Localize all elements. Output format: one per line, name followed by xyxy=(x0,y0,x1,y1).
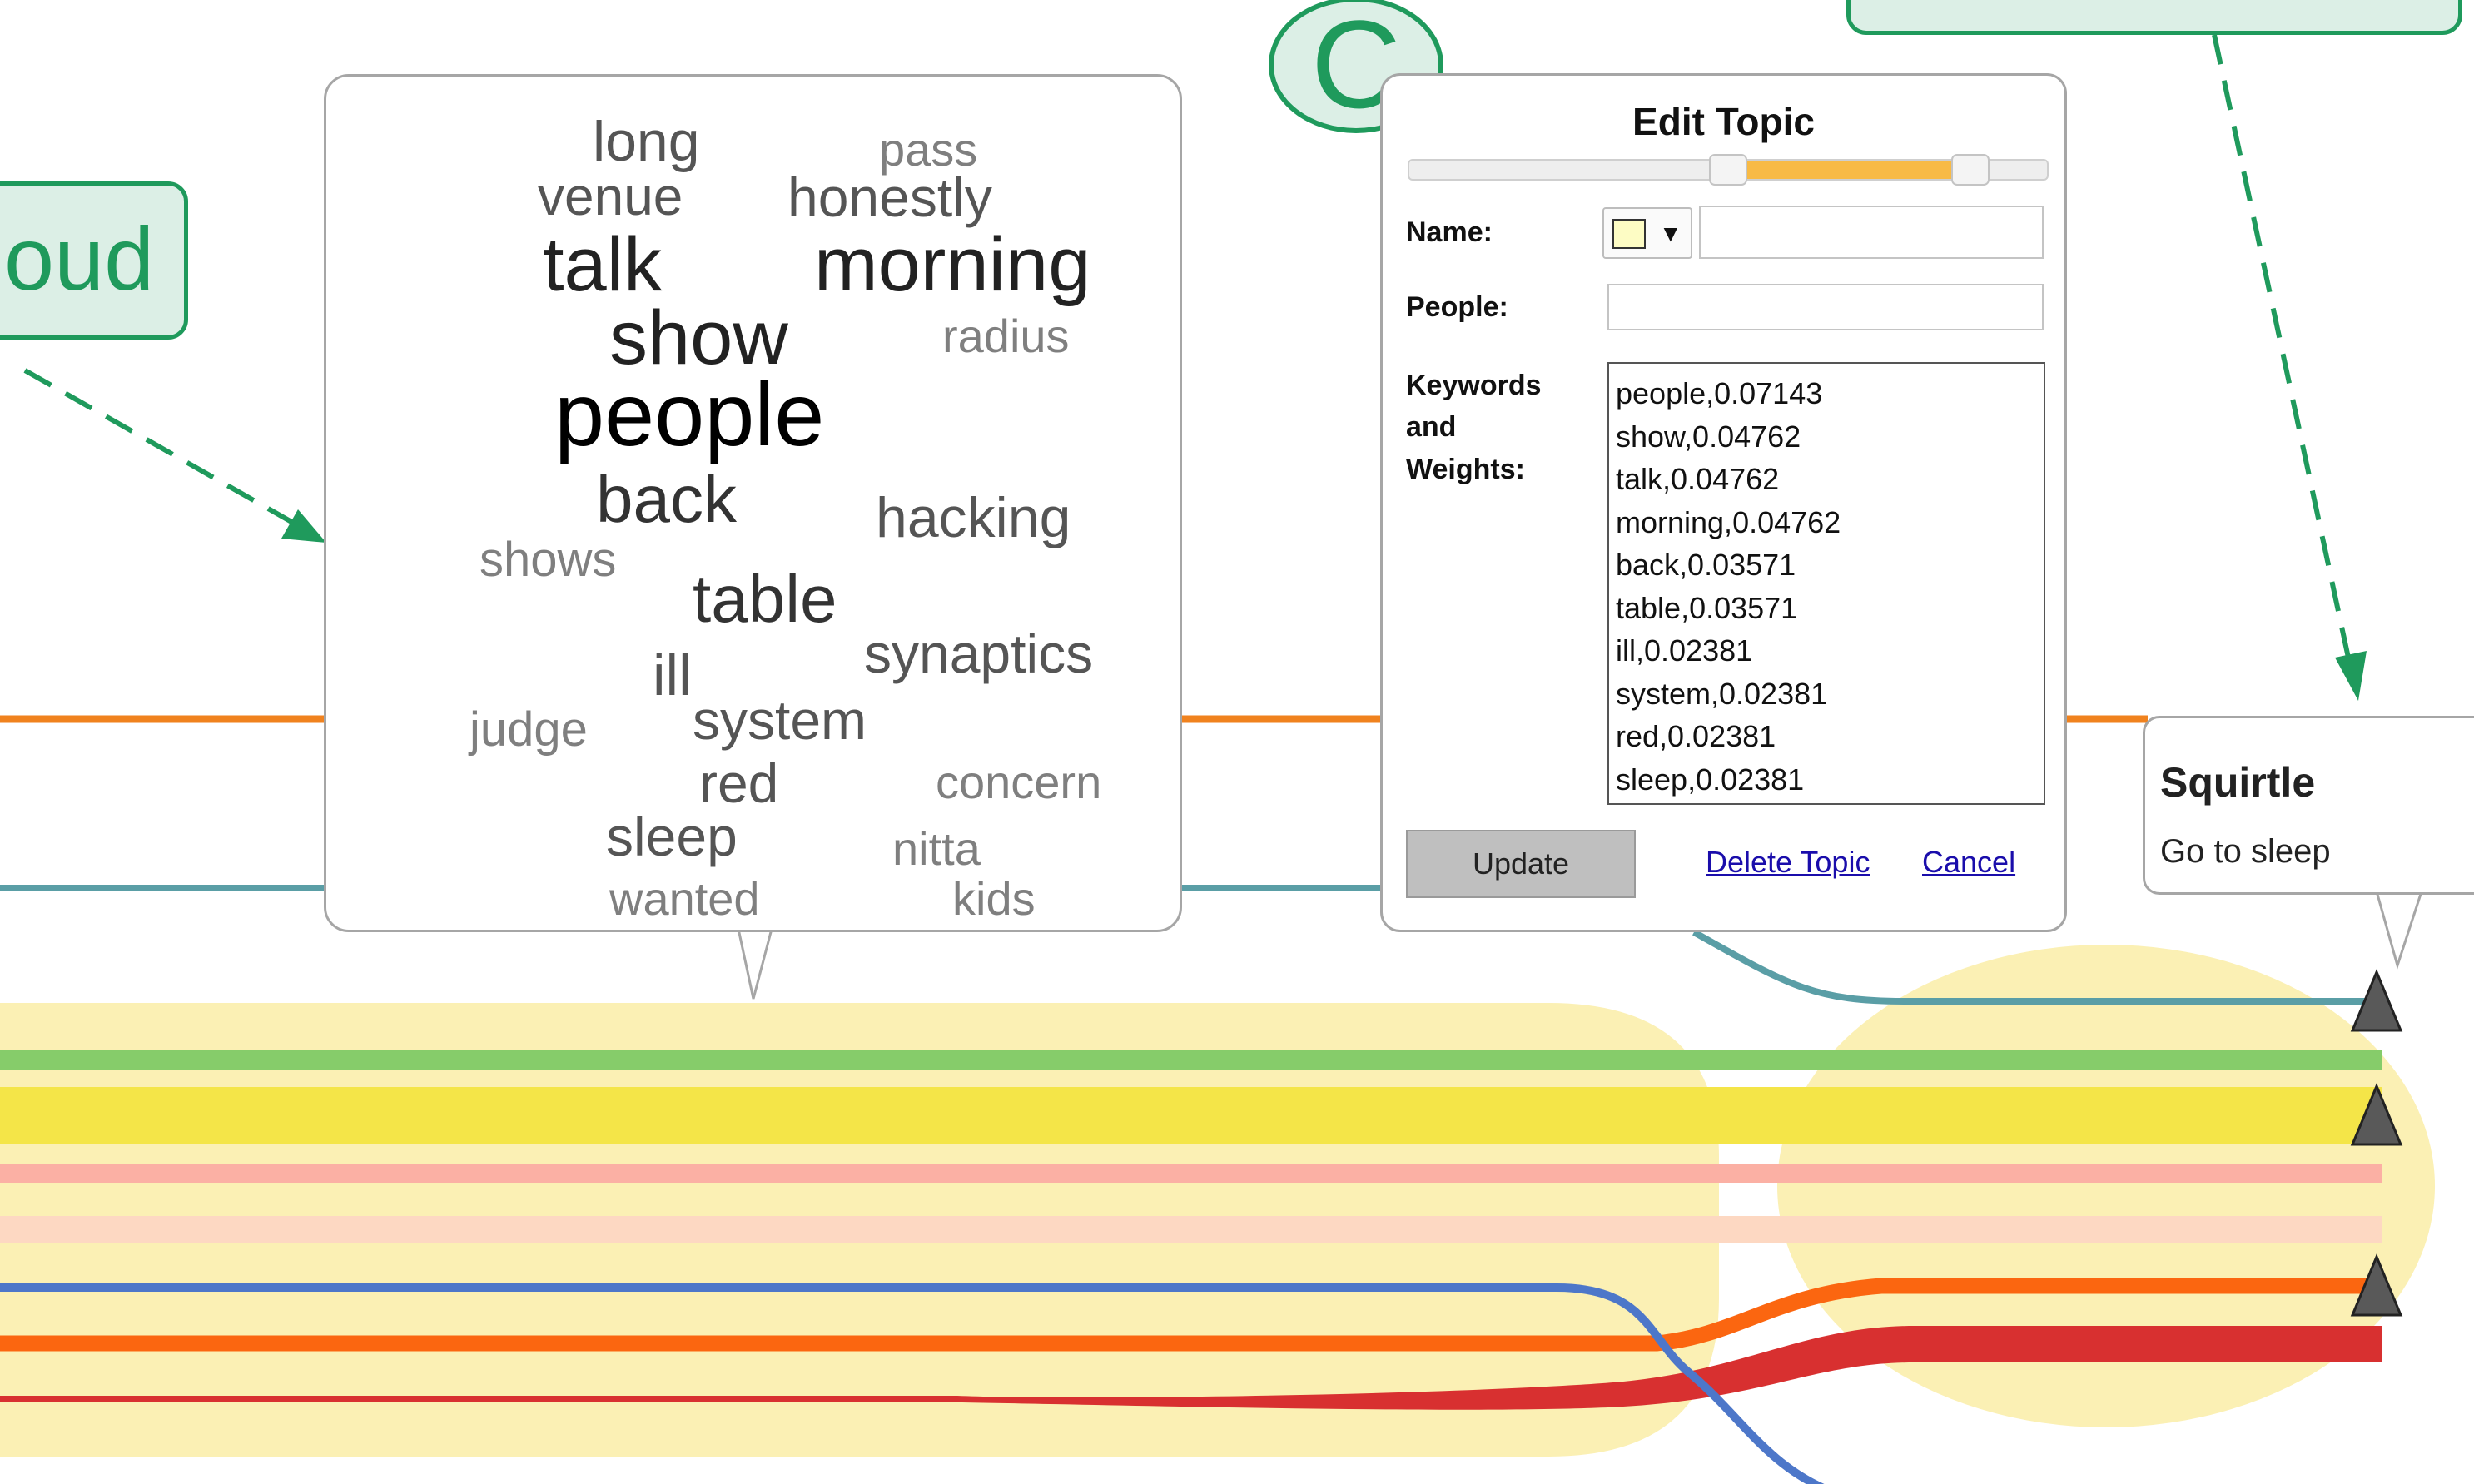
word-cloud-popup: long pass venue honestly talk morning show radi… xyxy=(324,74,1182,932)
callout-arrow-event xyxy=(2212,34,2351,658)
tooltip-tail xyxy=(2375,890,2424,970)
cloud-word[interactable]: long xyxy=(593,113,700,170)
topic-range-slider[interactable] xyxy=(1408,154,2049,186)
event-tooltip: Squirtle Go to sleep xyxy=(2143,716,2474,895)
cloud-word[interactable]: synaptics xyxy=(864,626,1093,681)
storyline-yellow[interactable] xyxy=(0,1087,2382,1144)
slider-selected-range xyxy=(1728,161,1971,179)
cloud-word[interactable]: sleep xyxy=(606,809,738,864)
name-label: Name: xyxy=(1406,216,1493,248)
people-label: People: xyxy=(1406,291,1508,323)
callout-arrow-wordcloud xyxy=(23,368,295,525)
color-swatch xyxy=(1612,219,1646,249)
tooltip-title: Squirtle xyxy=(2160,759,2316,806)
dialog-title: Edit Topic xyxy=(1632,100,1815,143)
slider-handle-right[interactable] xyxy=(1951,154,1990,186)
tooltip-callout-label xyxy=(1846,0,2462,35)
storyline-green[interactable] xyxy=(0,1050,2382,1070)
color-dropdown[interactable]: ▼ xyxy=(1602,207,1692,259)
callout-arrowhead xyxy=(281,509,326,543)
cloud-word[interactable]: concern xyxy=(936,759,1101,806)
cloud-word[interactable]: nitta xyxy=(892,826,981,872)
topic-name-input[interactable] xyxy=(1699,206,2044,259)
cloud-word[interactable]: back xyxy=(596,466,737,533)
cancel-link[interactable]: Cancel xyxy=(1922,845,2015,880)
storyline-peach[interactable] xyxy=(0,1216,2382,1243)
wordcloud-callout-label: oud xyxy=(0,181,188,340)
keywords-label-line1: Keywords xyxy=(1406,370,1542,401)
people-input[interactable] xyxy=(1607,284,2044,330)
keywords-label-line2: and xyxy=(1406,411,1457,443)
callout-arrowhead xyxy=(2335,651,2367,701)
cloud-word[interactable]: morning xyxy=(814,226,1090,303)
cloud-word[interactable]: talk xyxy=(543,226,662,303)
cloud-word[interactable]: people xyxy=(554,370,824,459)
cloud-word[interactable]: kids xyxy=(952,876,1036,922)
storyline-canvas: oud C long pass venue honestly talk morning sh… xyxy=(0,0,2474,1484)
keywords-label-line3: Weights: xyxy=(1406,454,1525,485)
cloud-word[interactable]: hacking xyxy=(876,489,1071,546)
cloud-word[interactable]: wanted xyxy=(609,876,760,922)
slider-handle-left[interactable] xyxy=(1709,154,1747,186)
cloud-word[interactable]: judge xyxy=(469,706,588,754)
cloud-word[interactable]: venue xyxy=(538,170,683,223)
chevron-down-icon: ▼ xyxy=(1659,221,1682,246)
update-button[interactable]: Update xyxy=(1406,830,1636,898)
wordcloud-tail xyxy=(737,927,773,1000)
cloud-word[interactable]: ill xyxy=(653,646,692,704)
cloud-word[interactable]: shows xyxy=(479,536,616,584)
cloud-word[interactable]: table xyxy=(693,566,837,633)
cloud-word[interactable]: honestly xyxy=(787,170,992,225)
delete-topic-link[interactable]: Delete Topic xyxy=(1706,845,1870,880)
tooltip-subtitle: Go to sleep xyxy=(2160,833,2331,870)
keywords-weights-textarea[interactable]: people,0.07143 show,0.04762 talk,0.04762… xyxy=(1607,362,2045,805)
storyline-pink[interactable] xyxy=(0,1164,2382,1183)
edit-topic-dialog: Edit Topic Name: ▼ People: Keywords and … xyxy=(1380,73,2067,932)
cloud-word[interactable]: red xyxy=(699,756,778,811)
cloud-word[interactable]: radius xyxy=(942,313,1070,360)
cloud-word[interactable]: system xyxy=(693,692,867,747)
callout-text: oud xyxy=(4,208,155,309)
